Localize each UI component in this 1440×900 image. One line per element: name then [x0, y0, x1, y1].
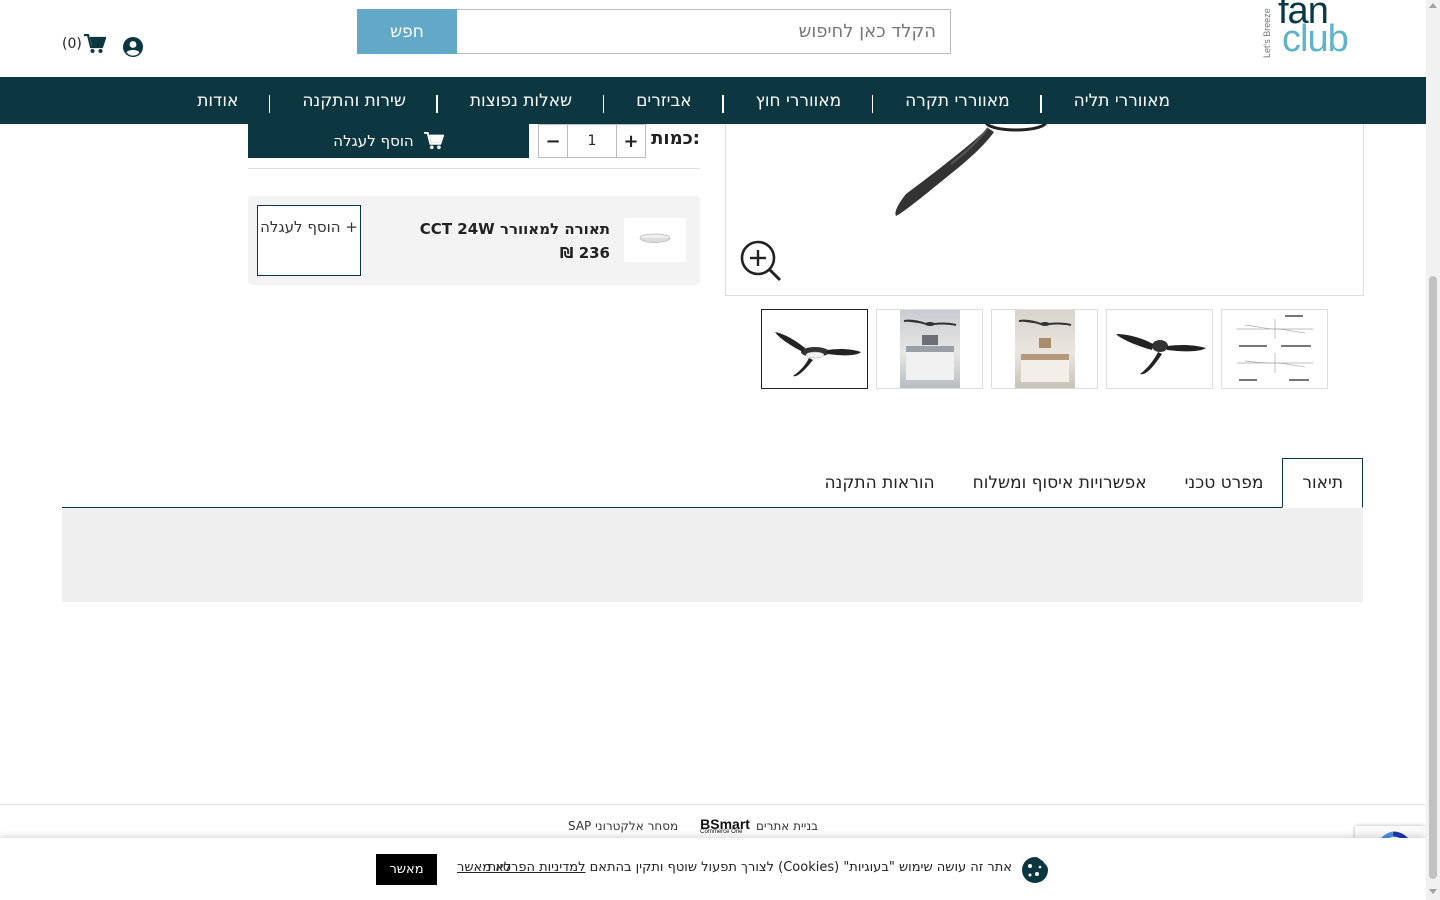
product-main-image[interactable] — [725, 124, 1364, 296]
nav-item-faq[interactable]: שאלות נפוצות — [438, 91, 605, 113]
page-scrollbar[interactable] — [1426, 0, 1440, 900]
product-tabs: תיאור מפרט טכני אפשרויות איסוף ומשלוח הו… — [62, 458, 1363, 508]
nav-item-hanging-fans[interactable]: מאווררי תליה — [1042, 91, 1202, 111]
add-to-cart-button[interactable]: הוסף לעגלה — [248, 124, 529, 158]
thumbnail-2[interactable] — [876, 309, 983, 389]
addon-product-price: 236 ₪ — [559, 244, 610, 262]
quantity-label: כמות: — [651, 128, 700, 149]
zoom-in-icon[interactable] — [740, 240, 782, 282]
logo-word-club: club — [1282, 18, 1349, 60]
thumbnail-5[interactable] — [1221, 309, 1328, 389]
thumbnail-room-image — [1014, 310, 1075, 388]
thumbnail-bedroom-image — [899, 310, 960, 388]
thumbnail-fan-dark-image — [1115, 334, 1206, 375]
quantity-value[interactable]: 1 — [568, 124, 616, 158]
nav-item-about[interactable]: אודות — [197, 91, 271, 113]
tab-pickup-shipping[interactable]: אפשרויות איסוף ומשלוח — [954, 458, 1166, 508]
cookie-decline-link[interactable]: לא מאשר — [457, 860, 511, 875]
thumbnail-fan-image — [774, 332, 861, 377]
quantity-increase-button[interactable]: + — [616, 124, 646, 158]
tab-technical-specs[interactable]: מפרט טכני — [1166, 458, 1283, 508]
logo-tagline: Let's Breeze — [1262, 8, 1272, 58]
nav-item-accessories[interactable]: אביזרים — [604, 91, 724, 113]
scroll-up-arrow-icon[interactable] — [1429, 3, 1437, 8]
cart-icon — [423, 132, 444, 150]
search-input[interactable] — [457, 9, 951, 54]
tab-panel-description — [62, 508, 1363, 602]
thumbnail-diagram-image — [1236, 315, 1313, 381]
fan-blade-image — [895, 124, 1047, 216]
bsmart-logo: BSmart Commerce One — [700, 816, 750, 835]
add-to-cart-label: הוסף לעגלה — [333, 132, 414, 150]
nav-item-ceiling-fans[interactable]: מאווררי תקרה — [873, 91, 1042, 113]
light-kit-image — [639, 233, 671, 243]
addon-product-title[interactable]: תאורה למאוורר CCT 24W — [420, 220, 610, 238]
bsmart-credit: BSmart Commerce One בניית אתרים — [700, 816, 818, 835]
quantity-stepper: − 1 + — [538, 124, 646, 158]
purchase-row: הוסף לעגלה − 1 + כמות: — [248, 124, 700, 169]
nav-item-outdoor-fans[interactable]: מאווררי חוץ — [724, 91, 874, 113]
cart-count: (0) — [62, 36, 82, 52]
nav-item-service[interactable]: שירות והתקנה — [270, 91, 438, 113]
tab-installation[interactable]: הוראות התקנה — [805, 458, 953, 508]
cookie-accept-button[interactable]: מאשר — [376, 854, 437, 885]
thumbnail-3[interactable] — [991, 309, 1098, 389]
fanclub-logo[interactable]: Let's Breeze fan club — [1262, 0, 1366, 62]
quantity-decrease-button[interactable]: − — [538, 124, 568, 158]
thumbnail-4[interactable] — [1106, 309, 1213, 389]
scroll-thumb[interactable] — [1429, 276, 1437, 879]
search-button[interactable]: חפש — [357, 9, 457, 54]
scroll-down-arrow-icon[interactable] — [1429, 889, 1437, 894]
main-nav: מאווררי תליה מאווררי תקרה מאווררי חוץ אב… — [0, 77, 1426, 124]
tab-description[interactable]: תיאור — [1282, 458, 1363, 508]
cart-icon — [83, 34, 106, 53]
footer-divider — [0, 804, 1426, 805]
addon-product-card: תאורה למאוורר CCT 24W 236 ₪ + הוסף לעגלה — [248, 196, 700, 285]
site-header: Let's Breeze fan club חפש (0) — [0, 0, 1426, 77]
footer-credit-text: בניית אתרים — [755, 818, 819, 833]
cookie-icon — [1022, 857, 1048, 883]
thumbnail-1[interactable] — [761, 309, 868, 389]
footer-sap-text: SAP מסחר אלקטרוני — [568, 818, 679, 833]
cookie-message: אתר זה עושה שימוש "בעוגיות" (Cookies) לצ… — [487, 860, 1012, 875]
cookie-consent-bar: אתר זה עושה שימוש "בעוגיות" (Cookies) לצ… — [0, 838, 1426, 900]
search-bar: חפש — [357, 9, 951, 54]
addon-add-to-cart-button[interactable]: + הוסף לעגלה — [257, 205, 361, 276]
thumbnail-strip — [761, 309, 1328, 389]
header-cart[interactable]: (0) — [62, 34, 106, 54]
addon-product-image[interactable] — [624, 218, 686, 262]
footer-credit[interactable]: SAP מסחר אלקטרוני BSmart Commerce One בנ… — [568, 816, 818, 835]
user-account-icon[interactable] — [123, 37, 143, 57]
